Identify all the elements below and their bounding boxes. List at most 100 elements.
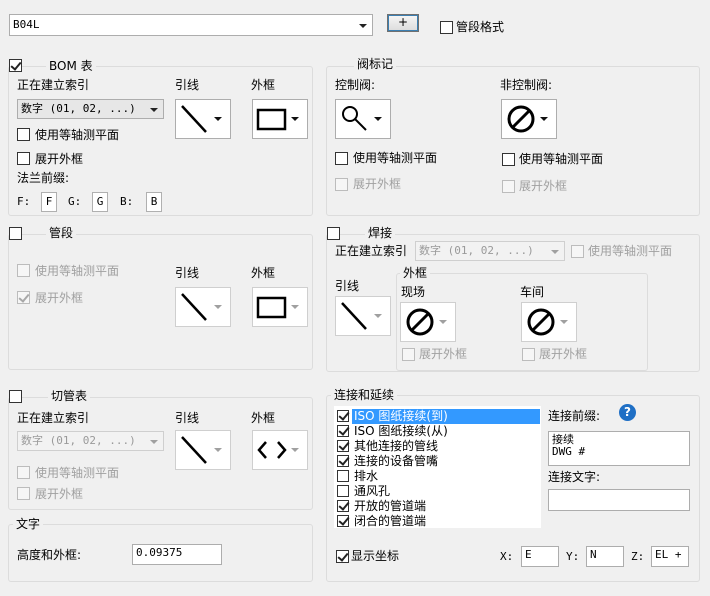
weld-shop-label: 车间 xyxy=(520,285,545,299)
bom-isometric-checkbox[interactable] xyxy=(17,128,30,141)
bom-checkbox[interactable] xyxy=(9,59,22,72)
valve-isometric-checkbox[interactable] xyxy=(335,152,348,165)
cut-list-checkbox[interactable] xyxy=(9,390,22,403)
list-item-checkbox[interactable] xyxy=(337,500,349,512)
connection-prefix-input[interactable]: 接续 DWG # xyxy=(548,431,690,466)
x-input[interactable]: E xyxy=(521,546,559,567)
list-item-checkbox[interactable] xyxy=(337,440,349,452)
z-input[interactable]: EL + xyxy=(651,546,689,567)
noncontrol-expand-checkbox[interactable] xyxy=(502,180,515,193)
bom-expand-label: 展开外框 xyxy=(35,152,84,166)
bom-index-combo[interactable]: 数字 (01, 02, ...) xyxy=(17,99,164,119)
control-valve-dropdown[interactable] xyxy=(335,99,391,139)
control-valve-label: 控制阀: xyxy=(335,78,376,92)
pipe-format-checkbox[interactable] xyxy=(440,21,453,34)
cut-expand-checkbox[interactable] xyxy=(17,487,30,500)
weld-index-value: 数字 (01, 02, ...) xyxy=(419,244,534,257)
segment-title: 管段 xyxy=(46,226,77,240)
weld-leader-dropdown[interactable] xyxy=(335,296,391,336)
list-item[interactable]: 闭合的管道端 xyxy=(335,514,540,527)
weld-index-combo[interactable]: 数字 (01, 02, ...) xyxy=(415,241,565,261)
weld-field-expand-checkbox[interactable] xyxy=(402,348,415,361)
bom-frame-dropdown[interactable] xyxy=(252,99,308,139)
bom-leader-label: 引线 xyxy=(175,78,200,92)
valve-isometric-label: 使用等轴测平面 xyxy=(353,151,438,165)
cut-list-title: 切管表 xyxy=(48,389,91,403)
flange-f-input[interactable]: F xyxy=(41,192,57,212)
weld-shop-dropdown[interactable] xyxy=(521,302,577,342)
help-icon[interactable]: ? xyxy=(619,404,636,421)
flange-b-label: B: xyxy=(120,195,134,208)
cut-isometric-checkbox[interactable] xyxy=(17,466,30,479)
cut-index-combo[interactable]: 数字 (01, 02, ...) xyxy=(17,431,164,451)
weld-field-label: 现场 xyxy=(401,285,426,299)
add-button-label: + xyxy=(397,15,409,29)
valve-expand-checkbox[interactable] xyxy=(335,178,348,191)
weld-isometric-checkbox[interactable] xyxy=(571,245,584,258)
bom-leader-dropdown[interactable] xyxy=(175,99,231,139)
style-combo[interactable]: B04L xyxy=(9,14,373,36)
cut-leader-dropdown[interactable] xyxy=(175,430,231,470)
list-item[interactable]: ISO 图纸接续(到) xyxy=(335,409,540,424)
list-item-checkbox[interactable] xyxy=(337,410,349,422)
weld-checkbox[interactable] xyxy=(327,227,340,240)
noncontrol-valve-label: 非控制阀: xyxy=(500,78,553,92)
segment-isometric-label: 使用等轴测平面 xyxy=(35,264,120,278)
text-title: 文字 xyxy=(13,517,44,531)
segment-frame-label: 外框 xyxy=(251,266,276,280)
weld-field-dropdown[interactable] xyxy=(400,302,456,342)
list-item[interactable]: ISO 图纸接续(从) xyxy=(335,424,540,439)
weld-shop-expand-checkbox[interactable] xyxy=(522,348,535,361)
list-item-checkbox[interactable] xyxy=(337,470,349,482)
show-coords-checkbox[interactable] xyxy=(336,550,349,563)
noncontrol-isometric-checkbox[interactable] xyxy=(502,153,515,166)
segment-checkbox[interactable] xyxy=(9,227,22,240)
connections-title: 连接和延续 xyxy=(331,388,398,402)
weld-isometric-label: 使用等轴测平面 xyxy=(588,244,673,258)
valve-expand-label: 展开外框 xyxy=(353,177,402,191)
list-item-checkbox[interactable] xyxy=(337,425,349,437)
list-item[interactable]: 排水 xyxy=(335,469,540,484)
x-label: X: xyxy=(500,550,514,563)
circle-slash-icon xyxy=(406,308,434,336)
connection-prefix-label: 连接前缀: xyxy=(548,409,601,423)
connection-text-input[interactable] xyxy=(548,489,690,511)
style-combo-value: B04L xyxy=(13,18,40,31)
add-button[interactable]: + xyxy=(387,14,419,32)
flange-g-input[interactable]: G xyxy=(92,192,108,212)
show-coords-label: 显示坐标 xyxy=(351,549,400,563)
segment-isometric-checkbox[interactable] xyxy=(17,264,30,277)
weld-title: 焊接 xyxy=(365,226,396,240)
segment-expand-checkbox[interactable] xyxy=(17,291,30,304)
list-item[interactable]: 其他连接的管线 xyxy=(335,439,540,454)
noncontrol-valve-dropdown[interactable] xyxy=(501,99,557,139)
bom-isometric-label: 使用等轴测平面 xyxy=(35,128,120,142)
diagonal-leader-icon xyxy=(181,105,207,133)
noncontrol-expand-label: 展开外框 xyxy=(519,179,568,193)
bom-expand-checkbox[interactable] xyxy=(17,152,30,165)
cut-expand-label: 展开外框 xyxy=(35,487,84,501)
cut-frame-label: 外框 xyxy=(251,411,276,425)
diagonal-leader-icon xyxy=(181,293,207,321)
list-item[interactable]: 开放的管道端 xyxy=(335,499,540,514)
cut-isometric-label: 使用等轴测平面 xyxy=(35,466,120,480)
cut-frame-dropdown[interactable] xyxy=(252,430,308,470)
flange-b-input[interactable]: B xyxy=(146,192,162,212)
list-item-checkbox[interactable] xyxy=(337,455,349,467)
segment-leader-dropdown[interactable] xyxy=(175,287,231,327)
list-item[interactable]: 连接的设备管嘴 xyxy=(335,454,540,469)
flange-f-label: F: xyxy=(17,195,31,208)
y-input[interactable]: N xyxy=(586,546,624,567)
magnifier-icon xyxy=(342,106,367,131)
list-item-checkbox[interactable] xyxy=(337,515,349,527)
text-height-input[interactable]: 0.09375 xyxy=(132,544,222,565)
segment-leader-label: 引线 xyxy=(175,266,200,280)
connections-list[interactable]: ISO 图纸接续(到) ISO 图纸接续(从) 其他连接的管线 连接的设备管嘴 … xyxy=(334,406,541,528)
segment-frame-dropdown[interactable] xyxy=(252,287,308,327)
weld-indexing-label: 正在建立索引 xyxy=(335,244,408,258)
list-item[interactable]: 通风孔 xyxy=(335,484,540,499)
weld-field-expand-label: 展开外框 xyxy=(419,347,468,361)
diagonal-leader-icon xyxy=(181,436,207,464)
noncontrol-isometric-label: 使用等轴测平面 xyxy=(519,152,604,166)
list-item-checkbox[interactable] xyxy=(337,485,349,497)
